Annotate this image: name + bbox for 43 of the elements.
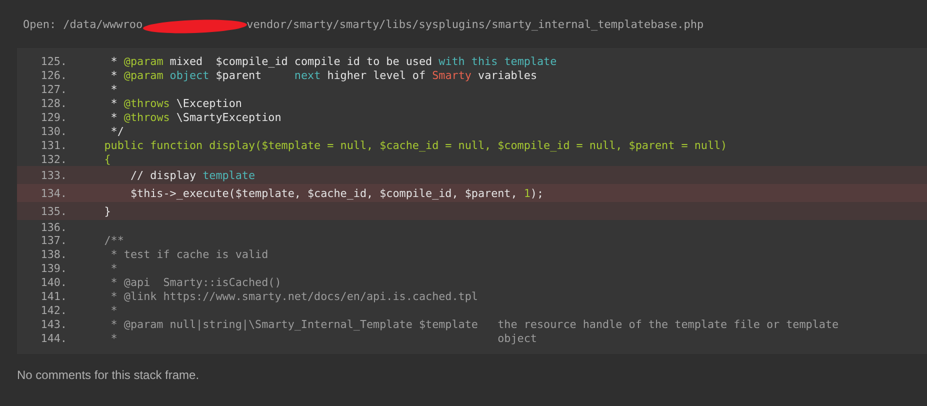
line-number: 141. bbox=[40, 290, 67, 304]
code-line: * @param object $parent next higher level of Smarty variables bbox=[110, 69, 538, 82]
code-line: * @param null|string|\Smarty_Internal_Template $template the resource handle of the template file or template bbox=[110, 318, 839, 331]
code-line: * object bbox=[110, 332, 537, 345]
code-line: * @param mixed $compile_id compile id to be used with this template bbox=[110, 55, 557, 68]
code-line: * @throws \Exception bbox=[110, 97, 242, 110]
line-number: 140. bbox=[40, 276, 67, 290]
code-line: { bbox=[103, 152, 111, 166]
code-line: // display template bbox=[129, 168, 256, 182]
code-line: } bbox=[103, 204, 111, 218]
code-line: * @throws \SmartyException bbox=[110, 111, 282, 124]
code-line: * bbox=[110, 262, 118, 276]
line-number: 133. bbox=[40, 168, 67, 182]
code-line: $this->_execute($template, $cache_id, $compile_id, $parent, 1); bbox=[129, 186, 544, 200]
code-line: * test if cache is valid bbox=[110, 248, 268, 262]
line-number: 127. bbox=[40, 83, 67, 96]
line-number: 136. bbox=[40, 220, 67, 234]
line-number: 134. bbox=[40, 186, 67, 200]
line-number: 138. bbox=[40, 248, 67, 262]
code-line: * bbox=[110, 304, 118, 317]
line-number: 132. bbox=[40, 152, 67, 166]
line-number: 131. bbox=[40, 138, 67, 152]
comments-note: No comments for this stack frame. bbox=[17, 368, 200, 382]
code-line: public function display($template = null, $cache_id = null, $compile_id = null, $parent = null) bbox=[103, 138, 728, 152]
code-line: * @link https://www.smarty.net/docs/en/api.is.cached.tpl bbox=[110, 290, 478, 304]
code-line: * @api Smarty::isCached() bbox=[110, 276, 282, 290]
line-number: 125. bbox=[40, 55, 67, 68]
line-number: 128. bbox=[40, 97, 67, 110]
line-number: 126. bbox=[40, 69, 67, 82]
line-number: 129. bbox=[40, 111, 67, 124]
line-number: 130. bbox=[40, 124, 67, 138]
line-number: 144. bbox=[40, 332, 67, 345]
line-number: 142. bbox=[40, 304, 67, 317]
file-path: vendor/smarty/smarty/libs/sysplugins/smarty_internal_templatebase.php bbox=[246, 18, 704, 30]
line-number: 143. bbox=[40, 318, 67, 331]
line-number: 137. bbox=[40, 234, 67, 248]
line-number: 135. bbox=[40, 204, 67, 218]
code-line: */ bbox=[110, 124, 124, 138]
code-line: * bbox=[110, 83, 118, 96]
file-path: /data/wwwroo bbox=[63, 18, 143, 30]
open-label: Open: bbox=[23, 18, 56, 30]
line-number: 139. bbox=[40, 262, 67, 276]
code-line: /** bbox=[103, 234, 124, 248]
